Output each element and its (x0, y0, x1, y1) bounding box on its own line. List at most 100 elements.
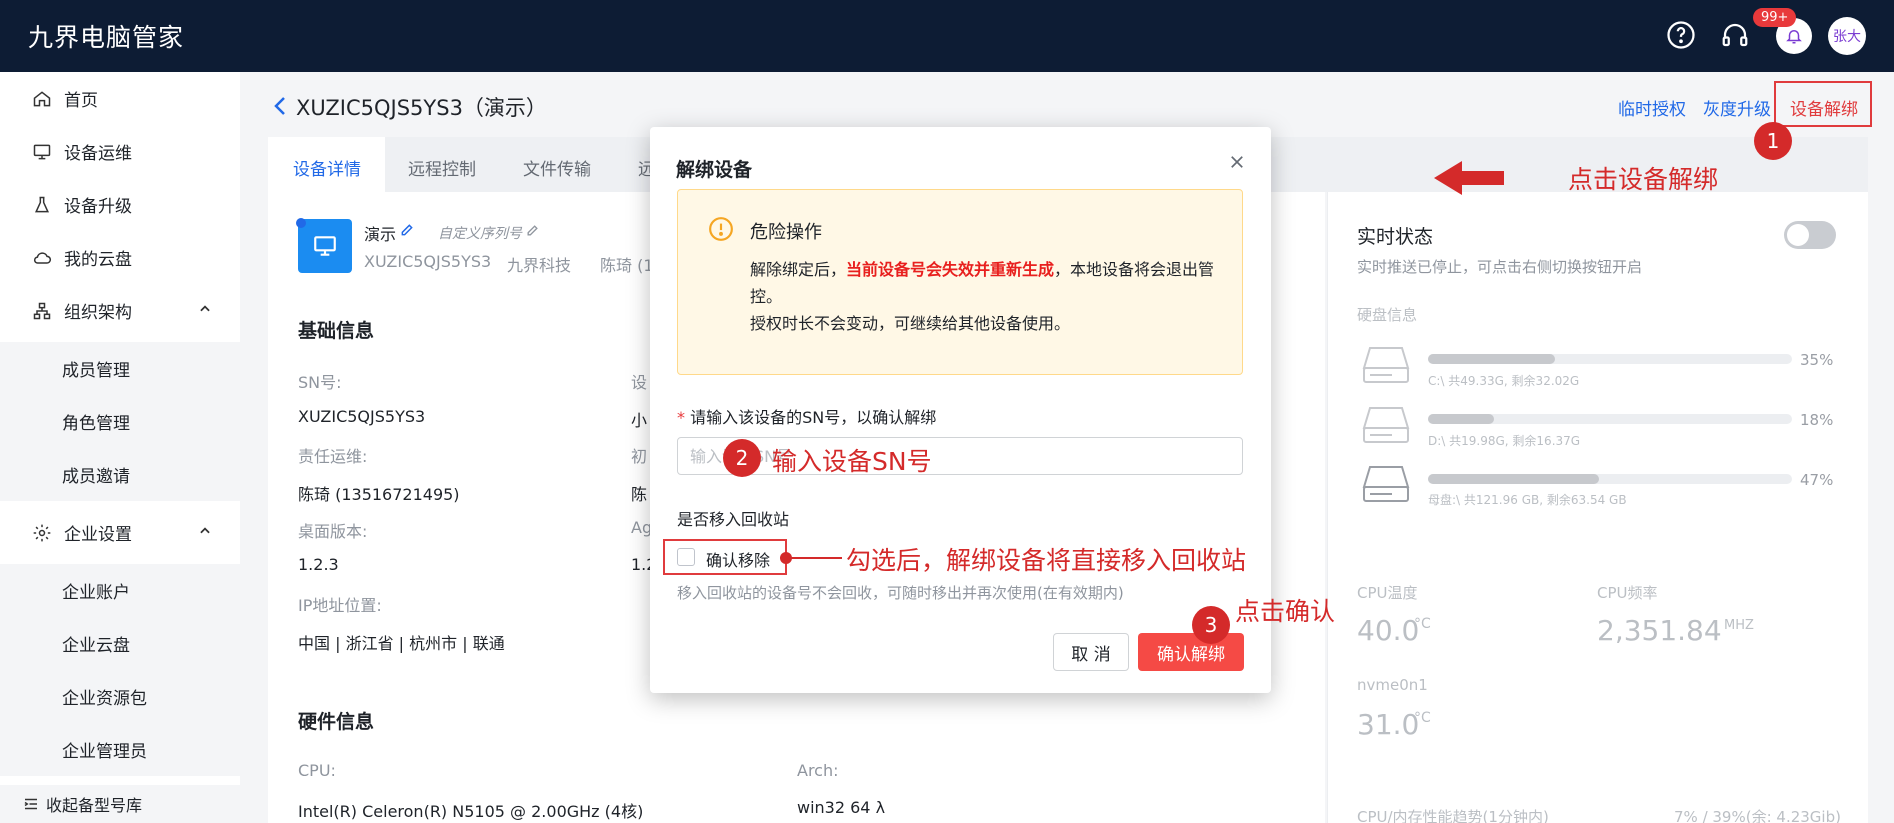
bell-icon (1786, 30, 1802, 44)
sidebar-sub-ent-cloud[interactable]: 企业云盘 (0, 617, 240, 670)
sidebar-sub-admins[interactable]: 企业管理员 (0, 723, 240, 776)
tab-file-transfer[interactable]: 文件传输 (523, 155, 591, 180)
annotation-click-unbind: 点击设备解绑 (1568, 165, 1719, 194)
hardware-info-title: 硬件信息 (298, 711, 375, 733)
sidebar-sub-label: 成员管理 (62, 361, 130, 381)
cpu-temp-unit: °C (1414, 616, 1431, 632)
sn-label: SN号: (298, 373, 342, 392)
sidebar-sub-members[interactable]: 成员管理 (0, 342, 240, 395)
sn-value: XUZIC5QJS5YS3 (298, 407, 426, 426)
cpu-freq-unit: MHZ (1724, 618, 1754, 633)
sidebar-item-label: 首页 (64, 91, 98, 111)
device-sn-short: XUZIC5QJS5YS3 (364, 252, 492, 271)
temp-auth-link[interactable]: 临时授权 (1618, 95, 1686, 120)
sidebar-sub-roles[interactable]: 角色管理 (0, 395, 240, 448)
cancel-button[interactable]: 取 消 (1053, 633, 1129, 671)
recycle-label: 是否移入回收站 (677, 510, 790, 529)
col2-label-2: 初 (631, 447, 648, 466)
tab-remote-control[interactable]: 远程控制 (408, 155, 476, 180)
avatar[interactable]: 张大 (1828, 17, 1866, 55)
custom-sn-label: 自定义序列号 (438, 226, 522, 242)
tab-device-detail[interactable]: 设备详情 (293, 155, 361, 180)
nvme-unit: °C (1414, 710, 1431, 726)
version-label: 桌面版本: (298, 522, 368, 541)
sn-input[interactable] (677, 437, 1243, 475)
danger-alert: 危险操作 解除绑定后，当前设备号会失效并重新生成，本地设备将会退出管控。 授权时长… (677, 189, 1243, 375)
sidebar-item-enterprise[interactable]: 企业设置 (0, 506, 240, 559)
required-mark: * (677, 408, 685, 427)
notification-badge: 99+ (1753, 8, 1797, 27)
flask-icon (35, 196, 49, 212)
chevron-up-icon (200, 527, 210, 534)
sidebar: 首页 设备运维 设备升级 我的云盘 组织架构 成员管理 角色管理 成员邀请 企业… (0, 72, 240, 823)
edit-icon[interactable] (526, 224, 539, 237)
disk-fill (1428, 414, 1494, 424)
nvme-label: nvme0n1 (1357, 676, 1428, 694)
step-marker-3: 3 (1192, 606, 1230, 644)
close-icon[interactable] (1228, 153, 1246, 171)
disk-c-text: C:\ 共49.33G, 剩余32.02G (1428, 374, 1580, 388)
sidebar-item-home[interactable]: 首页 (0, 72, 240, 125)
recycle-checkbox-label[interactable]: 确认移除 (706, 547, 770, 571)
sidebar-item-org[interactable]: 组织架构 (0, 284, 240, 337)
sidebar-item-device-ops[interactable]: 设备运维 (0, 125, 240, 178)
sidebar-sub-account[interactable]: 企业账户 (0, 564, 240, 617)
ops-label: 责任运维: (298, 447, 368, 466)
disk-master-text: 母盘:\ 共121.96 GB, 剩余63.54 GB (1428, 493, 1627, 507)
headset-icon[interactable] (1720, 20, 1750, 50)
sidebar-sub-label: 成员邀请 (62, 467, 130, 487)
disk-info-title: 硬盘信息 (1357, 306, 1418, 324)
top-bar: 九界电脑管家 99+ 张大 (0, 0, 1894, 72)
device-name: 演示 (364, 225, 397, 244)
sidebar-item-device-upgrade[interactable]: 设备升级 (0, 178, 240, 231)
cpu-freq-value: 2,351.84 (1597, 614, 1722, 647)
step-marker-1: 1 (1754, 122, 1792, 160)
annotation-click-confirm: 点击确认 (1235, 597, 1336, 626)
recycle-checkbox[interactable] (677, 548, 695, 566)
device-company: 九界科技 (507, 256, 572, 275)
confirm-unbind-button[interactable]: 确认解绑 (1138, 633, 1244, 671)
back-icon[interactable] (272, 94, 288, 118)
ops-value: 陈琦 (13516721495) (298, 485, 460, 504)
sidebar-item-label: 设备升级 (64, 197, 132, 217)
sidebar-collapse[interactable]: 收起备型号库 (0, 785, 240, 823)
device-owner-short: 陈琦 (1 (600, 256, 654, 275)
sidebar-item-my-cloud[interactable]: 我的云盘 (0, 231, 240, 284)
sidebar-item-label: 企业设置 (64, 525, 132, 545)
unbind-link[interactable]: 设备解绑 (1790, 95, 1858, 120)
realtime-toggle[interactable] (1784, 221, 1836, 249)
annotation-enter-sn: 输入设备SN号 (772, 447, 932, 476)
help-icon[interactable] (1666, 20, 1696, 50)
org-chart-icon (33, 302, 51, 319)
gray-upgrade-link[interactable]: 灰度升级 (1703, 95, 1771, 120)
realtime-subtitle: 实时推送已停止，可点击右侧切换按钮开启 (1357, 258, 1643, 276)
disk-fill (1428, 354, 1556, 364)
online-dot (296, 218, 306, 228)
disk-d-pct: 18% (1800, 411, 1834, 429)
monitor-icon (314, 236, 336, 256)
step-marker-2: 2 (723, 439, 761, 477)
arrow-left-icon (1434, 161, 1504, 195)
version-value: 1.2.3 (298, 555, 339, 574)
nvme-value: 31.0 (1357, 708, 1420, 741)
sidebar-sub-resources[interactable]: 企业资源包 (0, 670, 240, 723)
arch-value: win32 64 λ (797, 798, 886, 817)
sidebar-sub-invite[interactable]: 成员邀请 (0, 448, 240, 501)
ip-value: 中国 | 浙江省 | 杭州市 | 联通 (298, 634, 505, 653)
col2-label-3: Ag (631, 518, 653, 537)
ip-label: IP地址位置: (298, 596, 382, 615)
disk-bar-d (1428, 414, 1792, 424)
cpu-freq-label: CPU频率 (1597, 584, 1658, 602)
sidebar-item-label: 设备运维 (64, 144, 132, 164)
cpu-label: CPU: (298, 761, 336, 780)
disk-c-pct: 35% (1800, 351, 1834, 369)
page-title: XUZIC5QJS5YS3（演示） (296, 96, 547, 120)
sidebar-item-label: 我的云盘 (64, 250, 132, 270)
sidebar-sub-label: 企业云盘 (62, 636, 130, 656)
sidebar-sub-label: 企业账户 (62, 583, 130, 603)
app-title: 九界电脑管家 (28, 23, 185, 52)
gear-icon (33, 524, 51, 541)
annotation-connector (786, 557, 842, 559)
edit-icon[interactable] (400, 223, 414, 237)
chevron-up-icon (200, 305, 210, 312)
